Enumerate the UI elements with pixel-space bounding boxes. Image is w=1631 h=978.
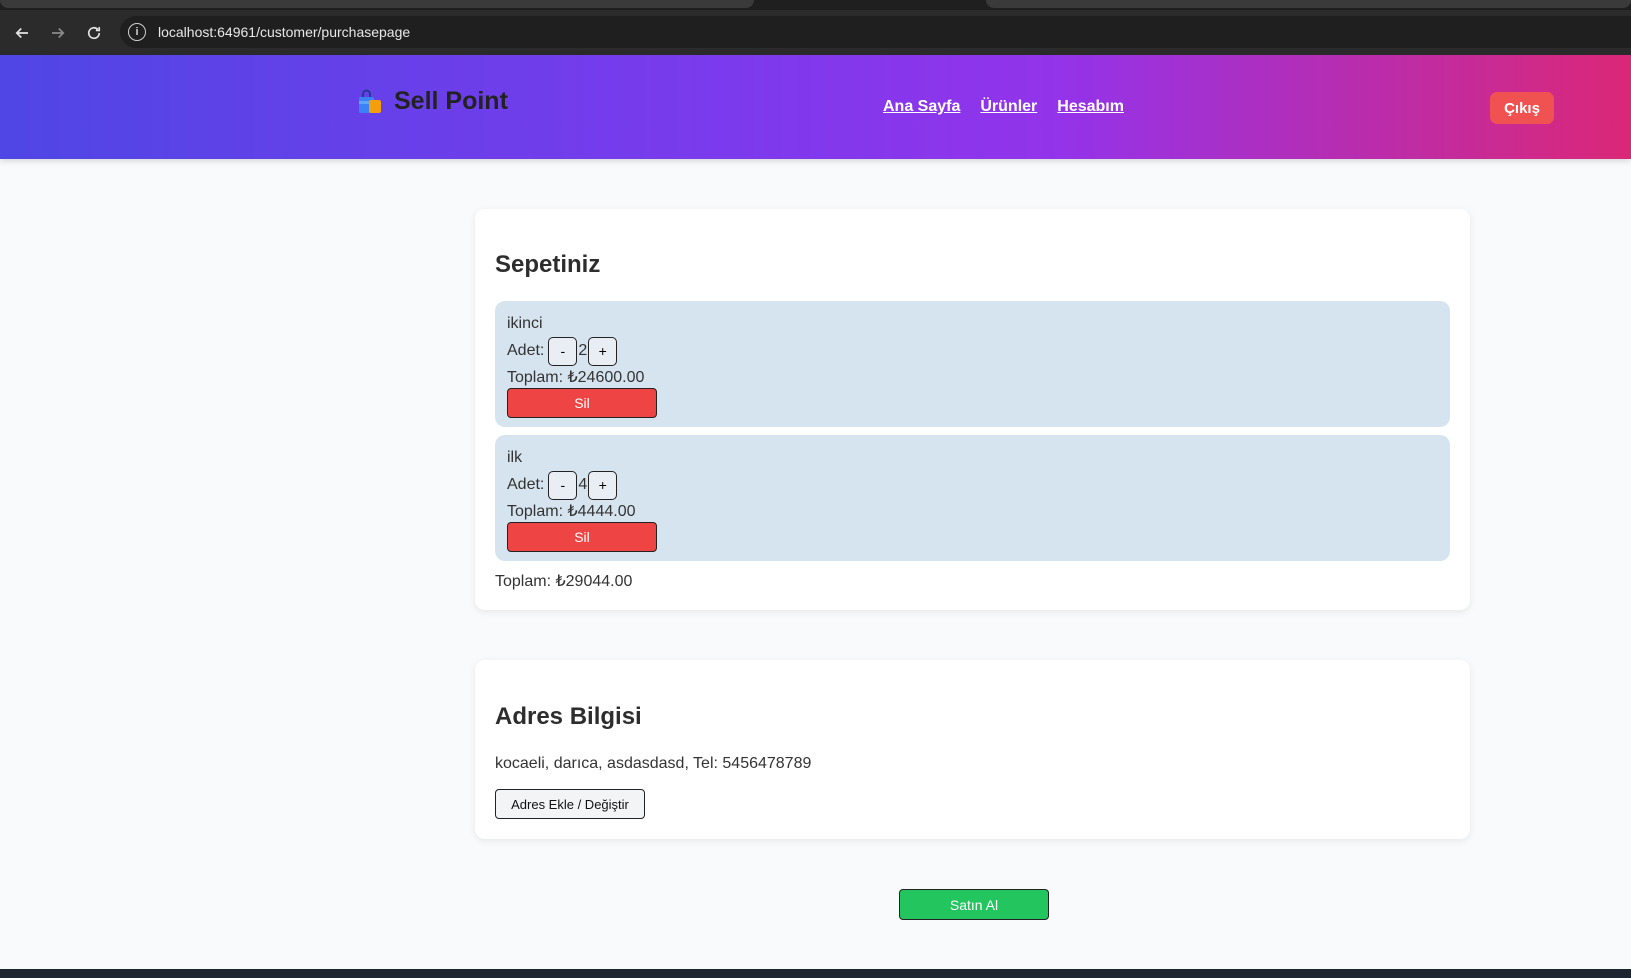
purchase-button[interactable]: Satın Al — [899, 889, 1049, 920]
quantity-label: Adet: — [507, 476, 545, 493]
increase-quantity-button[interactable]: + — [588, 470, 618, 500]
back-arrow-icon[interactable] — [4, 15, 40, 51]
address-bar[interactable]: i localhost:64961/customer/purchasepage — [120, 16, 1631, 48]
reload-icon[interactable] — [76, 15, 112, 51]
decrease-quantity-button[interactable]: - — [548, 470, 578, 500]
change-address-button[interactable]: Adres Ekle / Değiştir — [495, 789, 645, 819]
browser-tab[interactable] — [986, 0, 1631, 8]
decrease-quantity-button[interactable]: - — [548, 336, 578, 366]
browser-tab-strip — [0, 0, 1631, 10]
nav-link-home[interactable]: Ana Sayfa — [883, 98, 960, 116]
cart-item: ikinci Adet: - 2 + Toplam: ₺24600.00 Sil — [495, 301, 1450, 427]
address-card: Adres Bilgisi kocaeli, darıca, asdasdasd… — [475, 660, 1470, 839]
cart-item-name: ilk — [507, 449, 523, 466]
forward-arrow-icon[interactable] — [40, 15, 76, 51]
url-text[interactable]: localhost:64961/customer/purchasepage — [158, 24, 410, 40]
delete-item-button[interactable]: Sil — [507, 522, 657, 552]
delete-item-button[interactable]: Sil — [507, 388, 657, 418]
main-nav: Ana Sayfa Ürünler Hesabım — [883, 98, 1124, 116]
quantity-stepper: Adet: - 2 + — [507, 336, 1438, 366]
nav-link-account[interactable]: Hesabım — [1057, 98, 1124, 116]
quantity-label: Adet: — [507, 342, 545, 359]
increase-quantity-button[interactable]: + — [588, 336, 618, 366]
footer — [0, 969, 1631, 978]
brand[interactable]: Sell Point — [356, 87, 508, 116]
site-info-icon[interactable]: i — [128, 23, 146, 41]
cart-card: Sepetiniz ikinci Adet: - 2 + Toplam: ₺24… — [475, 209, 1470, 610]
nav-link-products[interactable]: Ürünler — [980, 98, 1037, 116]
cart-item-total: Toplam: ₺24600.00 — [507, 369, 645, 386]
cart-item-name: ikinci — [507, 315, 543, 332]
browser-toolbar: i localhost:64961/customer/purchasepage — [0, 10, 1631, 55]
cart-title: Sepetiniz — [495, 251, 601, 278]
quantity-value: 4 — [578, 476, 588, 493]
site-header: Sell Point Ana Sayfa Ürünler Hesabım Çık… — [0, 55, 1631, 159]
cart-item: ilk Adet: - 4 + Toplam: ₺4444.00 Sil — [495, 435, 1450, 561]
quantity-value: 2 — [578, 342, 588, 359]
cart-grand-total: Toplam: ₺29044.00 — [495, 573, 633, 590]
shopping-bag-icon — [359, 89, 381, 113]
cart-item-total: Toplam: ₺4444.00 — [507, 503, 636, 520]
browser-tab[interactable] — [0, 0, 754, 8]
brand-name: Sell Point — [394, 87, 508, 115]
quantity-stepper: Adet: - 4 + — [507, 470, 1438, 500]
address-text: kocaeli, darıca, asdasdasd, Tel: 5456478… — [495, 755, 812, 772]
logout-button[interactable]: Çıkış — [1490, 92, 1554, 124]
address-title: Adres Bilgisi — [495, 703, 642, 730]
